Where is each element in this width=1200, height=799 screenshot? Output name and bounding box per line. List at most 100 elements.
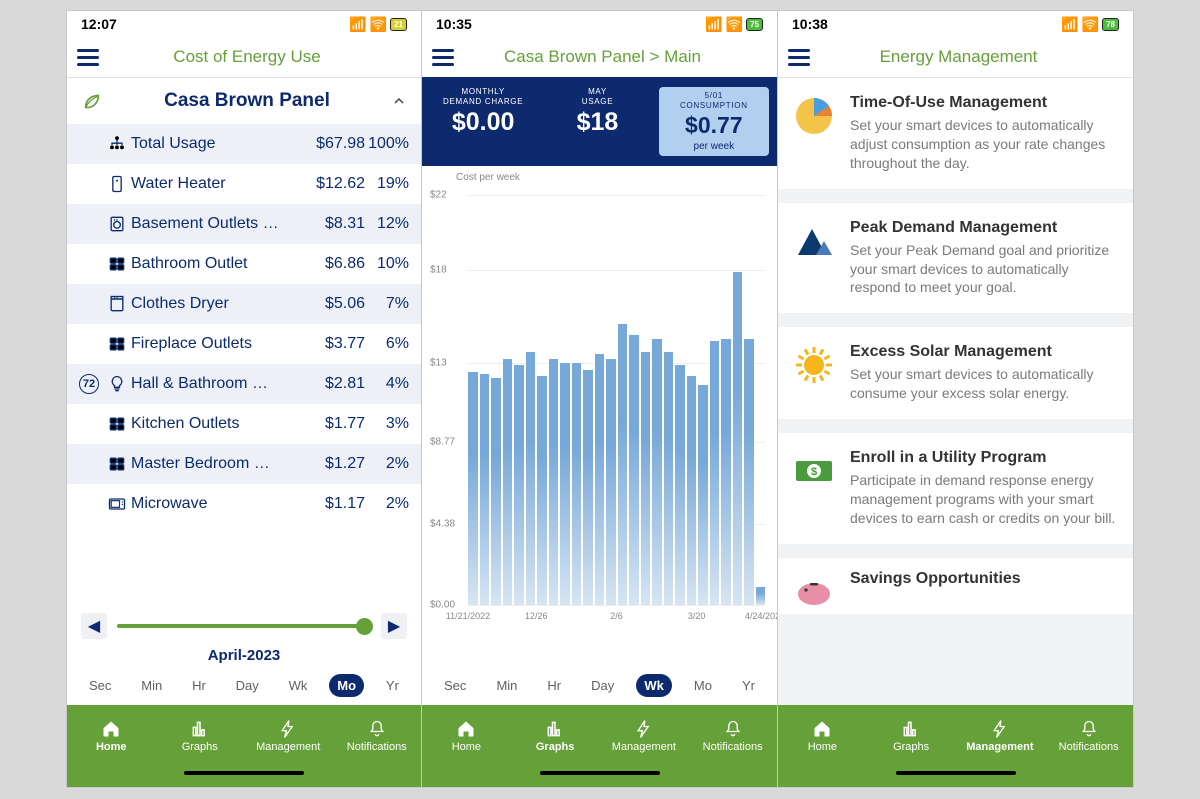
range-day[interactable]: Day: [583, 674, 622, 697]
range-hr[interactable]: Hr: [184, 674, 214, 697]
screen-cost-of-energy: 12:07 📶 🛜 21 Cost of Energy Use Casa Bro…: [66, 10, 422, 788]
bar[interactable]: [756, 587, 766, 606]
tab-notifications[interactable]: Notifications: [1044, 705, 1133, 767]
tab-management[interactable]: Management: [244, 705, 333, 767]
card-title: Time-Of-Use Management: [850, 94, 1119, 112]
range-sec[interactable]: Sec: [81, 674, 119, 697]
tab-home[interactable]: Home: [778, 705, 867, 767]
tab-graphs[interactable]: Graphs: [867, 705, 956, 767]
usage-row[interactable]: Clothes Dryer$5.067%: [67, 284, 421, 324]
bar[interactable]: [687, 376, 697, 605]
bar[interactable]: [698, 385, 708, 605]
row-label: Bathroom Outlet: [131, 255, 303, 273]
card-title: Peak Demand Management: [850, 219, 1119, 237]
tab-graphs[interactable]: Graphs: [156, 705, 245, 767]
management-cards: Time-Of-Use Management Set your smart dev…: [778, 78, 1133, 705]
bar[interactable]: [652, 339, 662, 606]
panel-selector[interactable]: Casa Brown Panel: [67, 78, 421, 124]
bar[interactable]: [721, 339, 731, 606]
status-bar: 12:07 📶 🛜 21: [67, 11, 421, 37]
usage-row[interactable]: Master Bedroom …$1.272%: [67, 444, 421, 484]
stat-card[interactable]: MAYUSAGE$18: [544, 87, 650, 156]
bar[interactable]: [629, 335, 639, 605]
bar[interactable]: [744, 339, 754, 606]
range-day[interactable]: Day: [228, 674, 267, 697]
range-hr[interactable]: Hr: [539, 674, 569, 697]
range-min[interactable]: Min: [133, 674, 170, 697]
range-mo[interactable]: Mo: [686, 674, 720, 697]
clock: 12:07: [81, 16, 117, 32]
stat-card[interactable]: MONTHLYDEMAND CHARGE$0.00: [430, 87, 536, 156]
bar[interactable]: [491, 378, 501, 605]
range-wk[interactable]: Wk: [636, 674, 672, 697]
bottom-tabs: HomeGraphsManagementNotifications: [778, 705, 1133, 767]
bar[interactable]: [514, 365, 524, 605]
bar[interactable]: [537, 376, 547, 605]
bar[interactable]: [641, 352, 651, 605]
usage-row[interactable]: 72Hall & Bathroom …$2.814%: [67, 364, 421, 404]
bar[interactable]: [480, 374, 490, 605]
tab-management[interactable]: Management: [956, 705, 1045, 767]
bar[interactable]: [606, 359, 616, 605]
bar[interactable]: [733, 272, 743, 606]
range-min[interactable]: Min: [488, 674, 525, 697]
management-card[interactable]: Savings Opportunities: [778, 558, 1133, 614]
bar[interactable]: [572, 363, 582, 605]
stat-card[interactable]: 5/01CONSUMPTION$0.77per week: [659, 87, 769, 156]
tab-notifications[interactable]: Notifications: [333, 705, 422, 767]
row-cost: $8.31: [303, 215, 365, 233]
card-title: Enroll in a Utility Program: [850, 449, 1119, 467]
signal-icon: 📶: [349, 16, 366, 33]
range-yr[interactable]: Yr: [378, 674, 407, 697]
row-pct: 100%: [365, 135, 413, 153]
row-badge: 72: [75, 374, 103, 394]
usage-row[interactable]: Kitchen Outlets$1.773%: [67, 404, 421, 444]
bar[interactable]: [526, 352, 536, 605]
bar[interactable]: [664, 352, 674, 605]
range-sec[interactable]: Sec: [436, 674, 474, 697]
bar[interactable]: [468, 372, 478, 605]
bottom-tabs: HomeGraphsManagementNotifications: [422, 705, 777, 767]
battery-icon: 75: [746, 18, 763, 31]
usage-row[interactable]: Fireplace Outlets$3.776%: [67, 324, 421, 364]
bar[interactable]: [560, 363, 570, 605]
usage-row[interactable]: Bathroom Outlet$6.8610%: [67, 244, 421, 284]
row-pct: 2%: [365, 495, 413, 513]
tab-graphs[interactable]: Graphs: [511, 705, 600, 767]
tab-management[interactable]: Management: [600, 705, 689, 767]
time-slider[interactable]: [117, 624, 371, 628]
card-desc: Set your smart devices to automatically …: [850, 116, 1119, 173]
bar[interactable]: [503, 359, 513, 605]
clock: 10:38: [792, 16, 828, 32]
prev-period-button[interactable]: ◀: [81, 613, 107, 639]
range-mo[interactable]: Mo: [329, 674, 364, 697]
tab-home[interactable]: Home: [67, 705, 156, 767]
usage-row[interactable]: Basement Outlets …$8.3112%: [67, 204, 421, 244]
management-card[interactable]: Excess Solar ManagementSet your smart de…: [778, 327, 1133, 419]
tab-notifications[interactable]: Notifications: [688, 705, 777, 767]
range-wk[interactable]: Wk: [281, 674, 316, 697]
management-card[interactable]: Time-Of-Use Management Set your smart dev…: [778, 78, 1133, 189]
range-yr[interactable]: Yr: [734, 674, 763, 697]
wifi-icon: 🛜: [370, 16, 387, 33]
usage-row[interactable]: Total Usage$67.98100%: [67, 124, 421, 164]
management-card[interactable]: Peak Demand ManagementSet your Peak Dema…: [778, 203, 1133, 314]
bar[interactable]: [618, 324, 628, 605]
bar[interactable]: [710, 341, 720, 606]
battery-icon: 78: [1102, 18, 1119, 31]
cost-per-week-chart[interactable]: $0.00$4.38$8.77$13$18$2211/21/202212/262…: [430, 185, 769, 625]
stats-header: MONTHLYDEMAND CHARGE$0.00MAYUSAGE$185/01…: [422, 77, 777, 166]
bar[interactable]: [675, 365, 685, 605]
row-label: Kitchen Outlets: [131, 415, 303, 433]
bar[interactable]: [549, 359, 559, 605]
tree-icon: [103, 134, 131, 154]
usage-row[interactable]: Microwave$1.172%: [67, 484, 421, 524]
piggy-icon: [792, 570, 836, 614]
management-card[interactable]: $Enroll in a Utility ProgramParticipate …: [778, 433, 1133, 544]
usage-row[interactable]: Water Heater$12.6219%: [67, 164, 421, 204]
row-label: Basement Outlets …: [131, 215, 303, 233]
bar[interactable]: [583, 370, 593, 605]
next-period-button[interactable]: ▶: [381, 613, 407, 639]
bar[interactable]: [595, 354, 605, 606]
tab-home[interactable]: Home: [422, 705, 511, 767]
